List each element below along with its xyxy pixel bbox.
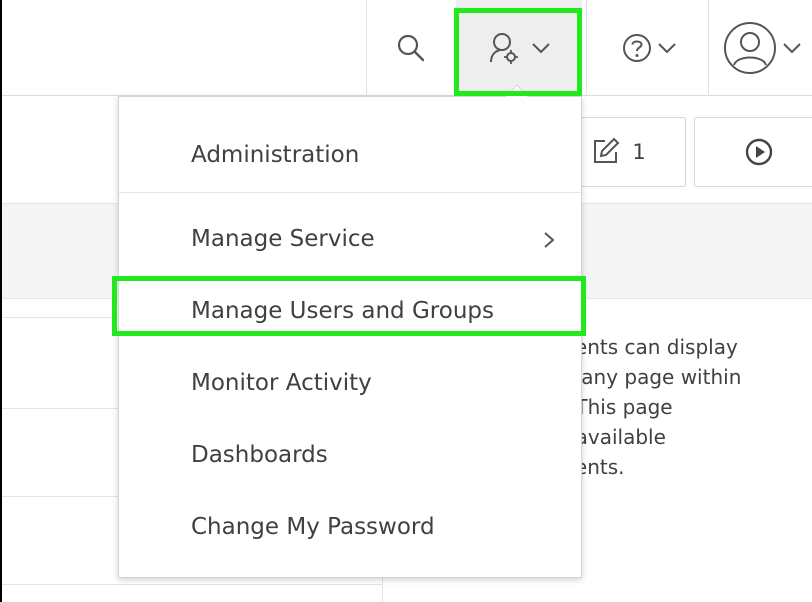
help-icon	[623, 34, 651, 62]
header-separator	[366, 0, 367, 96]
row-divider	[2, 584, 382, 585]
chevron-down-icon	[783, 43, 801, 54]
help-button[interactable]	[590, 0, 708, 96]
play-icon	[745, 138, 773, 166]
user-avatar-icon	[724, 22, 776, 74]
menu-item-label: Manage Service	[191, 226, 375, 252]
administration-dropdown-menu: Administration Manage Service Manage Use…	[118, 84, 582, 578]
run-button[interactable]	[694, 117, 812, 187]
menu-item-dashboards[interactable]: Dashboards	[119, 433, 581, 477]
header-separator	[708, 0, 709, 96]
menu-item-label: Dashboards	[191, 442, 328, 468]
user-menu-button[interactable]	[710, 0, 812, 96]
menu-item-change-my-password[interactable]: Change My Password	[119, 505, 581, 549]
menu-item-label: Administration	[191, 142, 360, 168]
highlight-box-admin-button	[454, 8, 582, 96]
highlight-box-manage-users	[112, 276, 586, 336]
menu-item-label: Change My Password	[191, 514, 435, 540]
menu-item-label: Monitor Activity	[191, 370, 372, 396]
header-separator	[586, 0, 587, 96]
menu-item-manage-service[interactable]: Manage Service	[119, 217, 581, 261]
menu-separator	[119, 192, 581, 193]
edit-count: 1	[632, 140, 646, 164]
chevron-right-icon	[544, 232, 555, 248]
chevron-down-icon	[658, 43, 676, 54]
top-header	[2, 0, 812, 96]
edit-icon	[594, 137, 620, 163]
search-icon	[397, 34, 425, 62]
menu-item-administration[interactable]: Administration	[119, 133, 581, 177]
menu-item-monitor-activity[interactable]: Monitor Activity	[119, 361, 581, 405]
app-window: 1 onents can display on any page within …	[0, 0, 812, 602]
search-button[interactable]	[368, 0, 454, 96]
